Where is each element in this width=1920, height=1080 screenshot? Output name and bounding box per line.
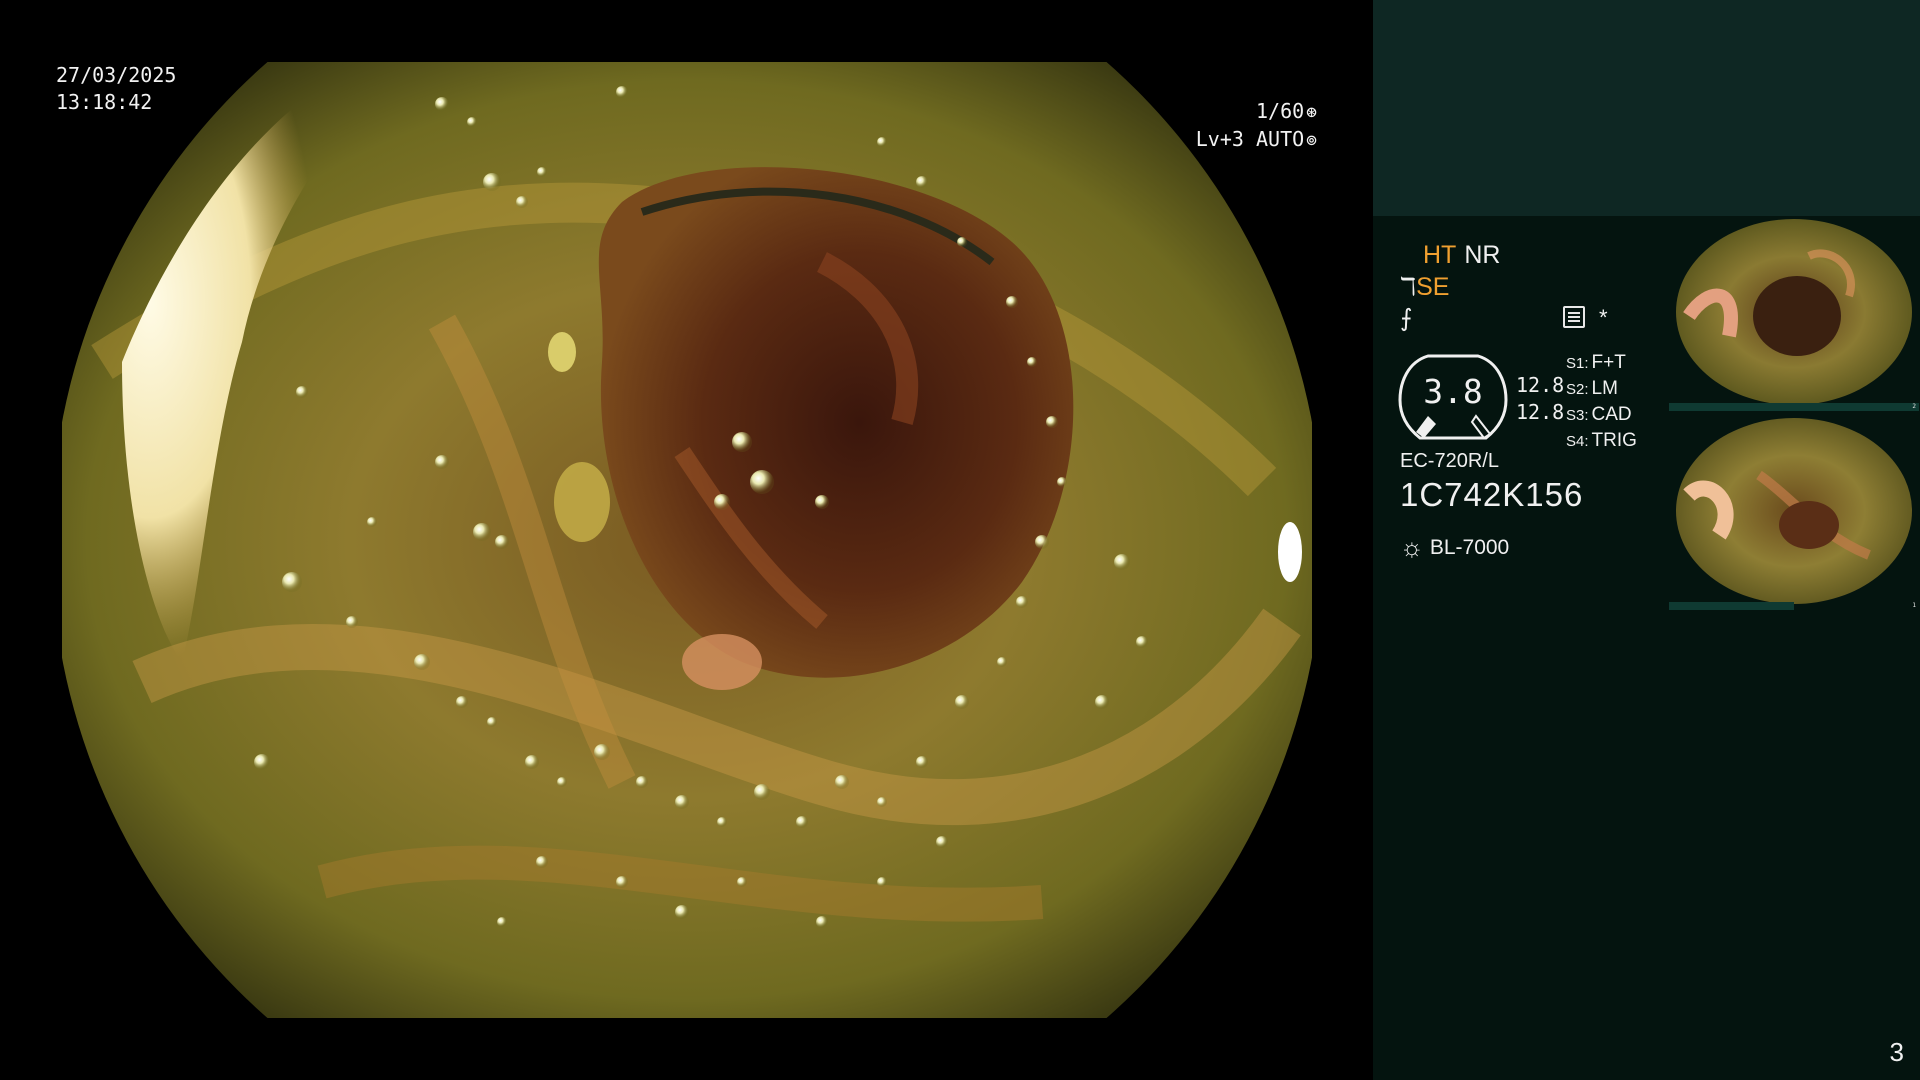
date-time-readout: 27/03/2025 13:18:42: [56, 62, 176, 116]
voltage-2: 12.8: [1516, 400, 1565, 424]
switch-item: S4: TRIG: [1566, 430, 1637, 451]
color-mode-icon: ⨍: [1400, 305, 1413, 332]
status-icons-row: *: [1563, 305, 1608, 331]
shutter-text: 1/60: [1255, 99, 1305, 123]
color-mode-line: ⨍: [1400, 304, 1413, 333]
nr-indicator: NR: [1464, 241, 1501, 269]
time-text: 13:18:42: [56, 90, 153, 114]
ht-indicator: HT: [1423, 241, 1457, 269]
captured-image-thumbnail[interactable]: 2: [1669, 216, 1919, 411]
voltage-readout: 12.8 12.8: [1516, 372, 1564, 426]
image-mode-line: HT NR: [1423, 241, 1500, 270]
structure-enhance-icon: ℸ: [1400, 273, 1417, 301]
enhance-mode-line: ℸSE: [1400, 272, 1449, 302]
switch-item: S3: CAD: [1566, 404, 1632, 425]
captured-image-thumbnail[interactable]: 1: [1669, 415, 1919, 610]
light-source-readout: ☼ BL-7000: [1400, 532, 1509, 563]
switch-item: S1: F+T: [1566, 352, 1626, 373]
iris-text: AUTO: [1255, 127, 1305, 151]
info-panel: HT NR ℸSE ⨍ * 3.8 12.8 12.8 S1: F+T S2: LM …: [1373, 0, 1920, 1080]
page-number: 3: [1889, 1037, 1904, 1067]
scope-serial-number: 1C742K156: [1400, 476, 1584, 513]
panel-header-area: [1373, 0, 1920, 216]
endoscopic-image: [62, 62, 1312, 1018]
scope-switch-list: S1: F+T S2: LM S3: CAD S4: TRIG: [1566, 350, 1637, 454]
aperture-icon: ⊛: [1306, 102, 1317, 123]
scope-model: EC-720R/L: [1400, 450, 1499, 472]
iris-icon: ⊚: [1306, 130, 1317, 151]
exposure-readout: 1/60 ⊛ Lv+3 AUTO ⊚: [1196, 98, 1317, 154]
star-indicator: *: [1599, 305, 1608, 330]
date-text: 27/03/2025: [56, 63, 177, 87]
endoscope-main-view: 27/03/2025 13:18:42 1/60 ⊛ Lv+3 AUTO ⊚: [0, 0, 1373, 1080]
light-source-model: BL-7000: [1429, 536, 1510, 559]
gauge-value: 3.8: [1423, 372, 1483, 411]
thumbnail-index: 1: [1912, 602, 1916, 609]
se-indicator: SE: [1416, 273, 1450, 301]
menu-icon: [1563, 306, 1585, 328]
level-text: Lv+3: [1195, 127, 1244, 151]
voltage-1: 12.8: [1516, 373, 1565, 397]
switch-item: S2: LM: [1566, 378, 1618, 399]
thumbnail-index: 2: [1912, 403, 1916, 410]
light-source-icon: ☼: [1400, 532, 1424, 562]
